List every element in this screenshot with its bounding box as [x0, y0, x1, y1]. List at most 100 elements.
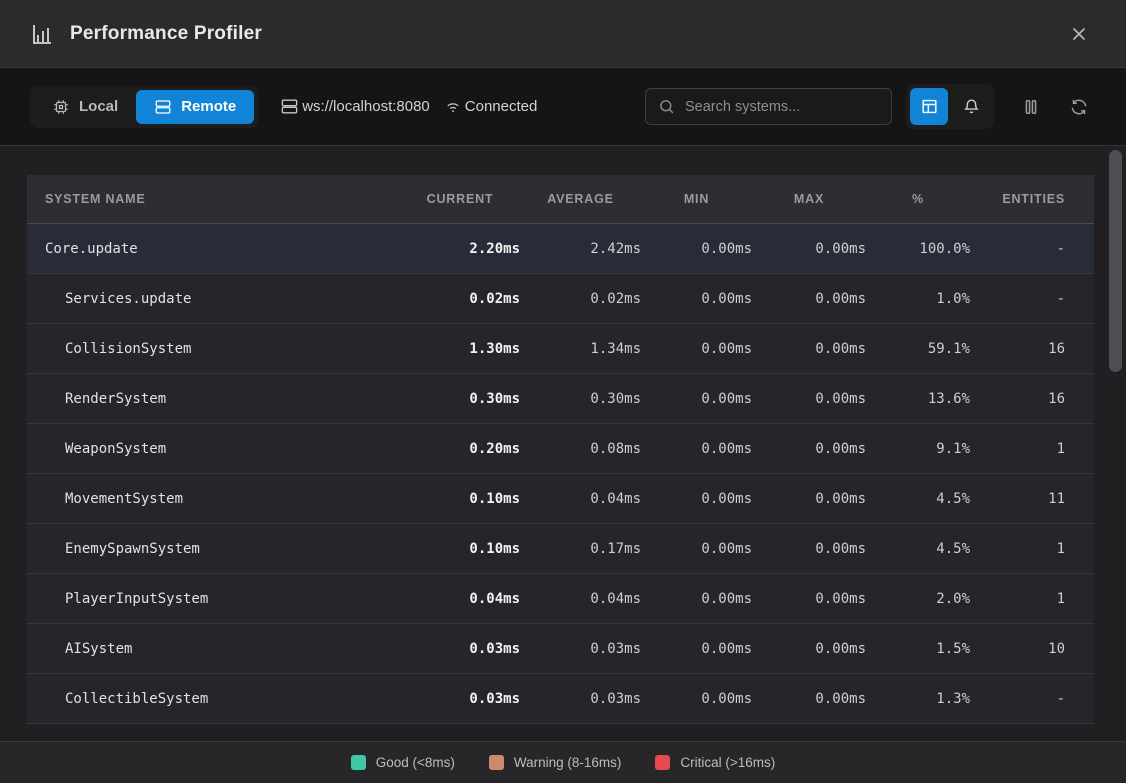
cell-name: CollectibleSystem — [45, 691, 400, 707]
cell-current: 1.30ms — [400, 341, 520, 357]
cell-current: 0.04ms — [400, 591, 520, 607]
cell-entities: 16 — [970, 391, 1065, 407]
remote-mode-button[interactable]: Remote — [136, 90, 254, 124]
cell-max: 0.00ms — [752, 691, 866, 707]
cell-current: 0.10ms — [400, 491, 520, 507]
cpu-chip-icon — [52, 98, 70, 116]
legend-good-label: Good (<8ms) — [376, 755, 455, 770]
cell-pct: 9.1% — [866, 441, 970, 457]
cell-max: 0.00ms — [752, 491, 866, 507]
cell-name: Services.update — [45, 291, 400, 307]
cell-entities: 1 — [970, 591, 1065, 607]
search-input[interactable] — [685, 99, 879, 115]
column-header-min[interactable]: MIN — [641, 192, 752, 206]
cell-current: 0.03ms — [400, 691, 520, 707]
cell-pct: 1.0% — [866, 291, 970, 307]
table-row[interactable]: AISystem0.03ms0.03ms0.00ms0.00ms1.5%10 — [27, 624, 1094, 674]
cell-average: 0.04ms — [520, 491, 641, 507]
performance-profiler-window: Performance Profiler Local — [0, 0, 1126, 783]
local-mode-button[interactable]: Local — [34, 90, 136, 124]
cell-max: 0.00ms — [752, 641, 866, 657]
table-row[interactable]: Services.update0.02ms0.02ms0.00ms0.00ms1… — [27, 274, 1094, 324]
column-header-current[interactable]: CURRENT — [400, 192, 520, 206]
column-header-average[interactable]: AVERAGE — [520, 192, 641, 206]
table-header: SYSTEM NAME CURRENT AVERAGE MIN MAX % EN… — [27, 175, 1094, 224]
systems-table-body: Core.update2.20ms2.42ms0.00ms0.00ms100.0… — [27, 224, 1094, 724]
cell-entities: 1 — [970, 541, 1065, 557]
cell-min: 0.00ms — [641, 341, 752, 357]
connection-status-label: Connected — [465, 98, 538, 115]
cell-current: 0.03ms — [400, 641, 520, 657]
column-header-max[interactable]: MAX — [752, 192, 866, 206]
server-icon — [154, 98, 172, 116]
column-header-system-name[interactable]: SYSTEM NAME — [45, 192, 400, 206]
cell-min: 0.00ms — [641, 441, 752, 457]
page-title: Performance Profiler — [70, 23, 262, 45]
table-row[interactable]: Core.update2.20ms2.42ms0.00ms0.00ms100.0… — [27, 224, 1094, 274]
legend-warning-label: Warning (8-16ms) — [514, 755, 622, 770]
table-row[interactable]: CollisionSystem1.30ms1.34ms0.00ms0.00ms5… — [27, 324, 1094, 374]
cell-pct: 2.0% — [866, 591, 970, 607]
cell-name: RenderSystem — [45, 391, 400, 407]
legend-critical-label: Critical (>16ms) — [680, 755, 775, 770]
cell-pct: 4.5% — [866, 491, 970, 507]
table-row[interactable]: MovementSystem0.10ms0.04ms0.00ms0.00ms4.… — [27, 474, 1094, 524]
bell-icon — [962, 97, 981, 116]
cell-max: 0.00ms — [752, 391, 866, 407]
cell-average: 0.03ms — [520, 691, 641, 707]
table-row[interactable]: WeaponSystem0.20ms0.08ms0.00ms0.00ms9.1%… — [27, 424, 1094, 474]
warning-swatch-icon — [489, 755, 504, 770]
remote-mode-label: Remote — [181, 98, 236, 115]
table-row[interactable]: EnemySpawnSystem0.10ms0.17ms0.00ms0.00ms… — [27, 524, 1094, 574]
cell-entities: 10 — [970, 641, 1065, 657]
cell-name: AISystem — [45, 641, 400, 657]
legend-item-warning: Warning (8-16ms) — [489, 755, 622, 770]
table-row[interactable]: CollectibleSystem0.03ms0.03ms0.00ms0.00m… — [27, 674, 1094, 724]
table-area: SYSTEM NAME CURRENT AVERAGE MIN MAX % EN… — [0, 146, 1126, 741]
alerts-button[interactable] — [952, 88, 990, 125]
search-box — [645, 88, 892, 125]
table-row[interactable]: PlayerInputSystem0.04ms0.04ms0.00ms0.00m… — [27, 574, 1094, 624]
table-row[interactable]: RenderSystem0.30ms0.30ms0.00ms0.00ms13.6… — [27, 374, 1094, 424]
cell-max: 0.00ms — [752, 541, 866, 557]
cell-max: 0.00ms — [752, 291, 866, 307]
cell-name: PlayerInputSystem — [45, 591, 400, 607]
local-mode-label: Local — [79, 98, 118, 115]
refresh-icon — [1069, 97, 1089, 117]
good-swatch-icon — [351, 755, 366, 770]
cell-name: Core.update — [45, 241, 400, 257]
pause-icon — [1021, 97, 1041, 117]
cell-average: 0.08ms — [520, 441, 641, 457]
pause-button[interactable] — [1014, 88, 1048, 125]
cell-name: EnemySpawnSystem — [45, 541, 400, 557]
column-header-percent[interactable]: % — [866, 192, 970, 206]
cell-average: 0.30ms — [520, 391, 641, 407]
cell-current: 0.02ms — [400, 291, 520, 307]
ws-url-text: ws://localhost:8080 — [302, 98, 430, 115]
cell-average: 0.17ms — [520, 541, 641, 557]
scrollbar-thumb[interactable] — [1109, 150, 1122, 372]
bar-chart-icon — [30, 22, 54, 46]
cell-pct: 13.6% — [866, 391, 970, 407]
cell-entities: 11 — [970, 491, 1065, 507]
cell-average: 2.42ms — [520, 241, 641, 257]
close-button[interactable] — [1062, 17, 1096, 51]
connection-status: Connected — [444, 98, 538, 116]
table-grid-icon — [920, 97, 939, 116]
refresh-button[interactable] — [1062, 88, 1096, 125]
scrollbar-track[interactable] — [1109, 150, 1122, 710]
cell-min: 0.00ms — [641, 691, 752, 707]
cell-max: 0.00ms — [752, 241, 866, 257]
cell-pct: 4.5% — [866, 541, 970, 557]
cell-average: 0.02ms — [520, 291, 641, 307]
cell-min: 0.00ms — [641, 491, 752, 507]
cell-min: 0.00ms — [641, 591, 752, 607]
close-icon — [1068, 23, 1090, 45]
cell-entities: - — [970, 241, 1065, 257]
cell-average: 0.03ms — [520, 641, 641, 657]
cell-entities: 16 — [970, 341, 1065, 357]
cell-current: 0.30ms — [400, 391, 520, 407]
column-header-entities[interactable]: ENTITIES — [970, 192, 1065, 206]
table-view-button[interactable] — [910, 88, 948, 125]
cell-name: WeaponSystem — [45, 441, 400, 457]
